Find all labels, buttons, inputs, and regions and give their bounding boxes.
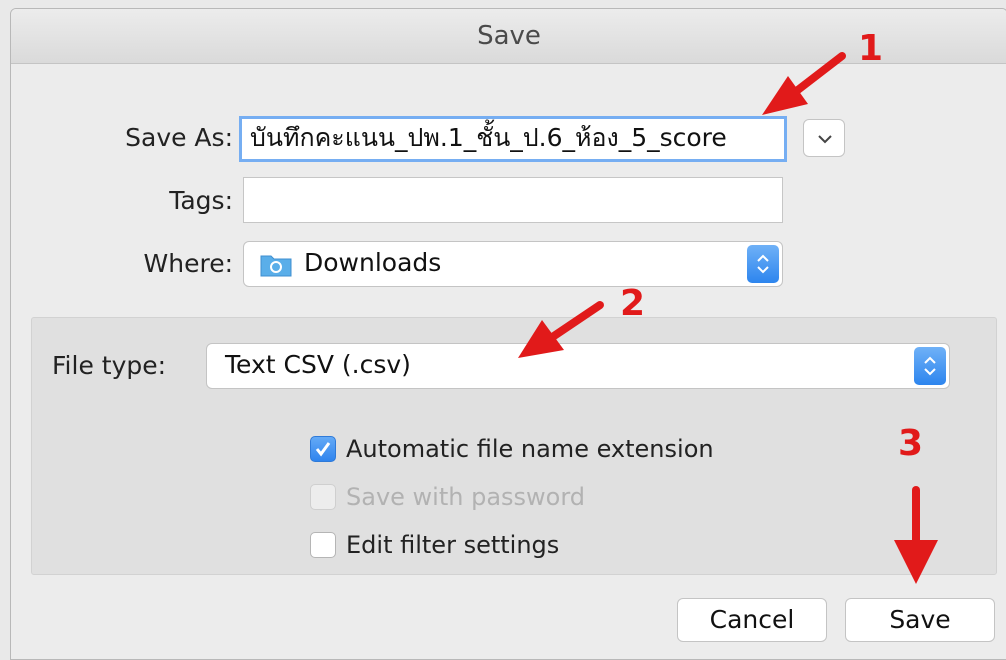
up-down-arrows-icon	[757, 254, 769, 274]
checkmark-icon	[315, 442, 331, 457]
where-value: Downloads	[304, 248, 442, 277]
where-label: Where:	[143, 249, 233, 278]
auto-extension-option[interactable]: Automatic file name extension	[310, 435, 714, 463]
where-popup[interactable]: Downloads	[243, 241, 783, 287]
folder-icon	[260, 255, 292, 277]
edit-filter-label: Edit filter settings	[346, 531, 560, 559]
save-button[interactable]: Save	[845, 598, 995, 642]
edit-filter-checkbox[interactable]	[310, 532, 336, 558]
file-type-label: File type:	[52, 351, 167, 380]
title-bar: Save	[11, 9, 1006, 64]
auto-extension-checkbox[interactable]	[310, 436, 336, 462]
tags-field[interactable]	[243, 177, 783, 223]
chevron-down-icon	[818, 135, 832, 144]
save-dialog: Save Save As: บันทึกคะแนน_ปพ.1_ชั้น_ป.6_…	[10, 8, 1006, 660]
expand-browser-button[interactable]	[803, 119, 845, 157]
edit-filter-option[interactable]: Edit filter settings	[310, 531, 559, 559]
save-as-label: Save As:	[125, 123, 233, 152]
file-type-value: Text CSV (.csv)	[225, 350, 411, 379]
annotation-step-2: 2	[620, 283, 646, 324]
annotation-step-1: 1	[858, 28, 884, 69]
auto-extension-label: Automatic file name extension	[346, 435, 714, 463]
dialog-title: Save	[477, 21, 541, 51]
save-with-password-checkbox	[310, 484, 336, 510]
save-as-field[interactable]: บันทึกคะแนน_ปพ.1_ชั้น_ป.6_ห้อง_5_score	[239, 116, 787, 162]
file-type-popup[interactable]: Text CSV (.csv)	[206, 343, 950, 389]
options-panel: File type: Text CSV (.csv) Automatic fil…	[31, 317, 997, 575]
where-stepper[interactable]	[747, 245, 779, 283]
up-down-arrows-icon	[924, 356, 936, 376]
cancel-button[interactable]: Cancel	[677, 598, 827, 642]
file-type-stepper[interactable]	[914, 347, 946, 385]
save-with-password-label: Save with password	[346, 483, 586, 511]
tags-label: Tags:	[169, 186, 233, 215]
annotation-step-3: 3	[898, 423, 924, 464]
save-with-password-option: Save with password	[310, 483, 585, 511]
